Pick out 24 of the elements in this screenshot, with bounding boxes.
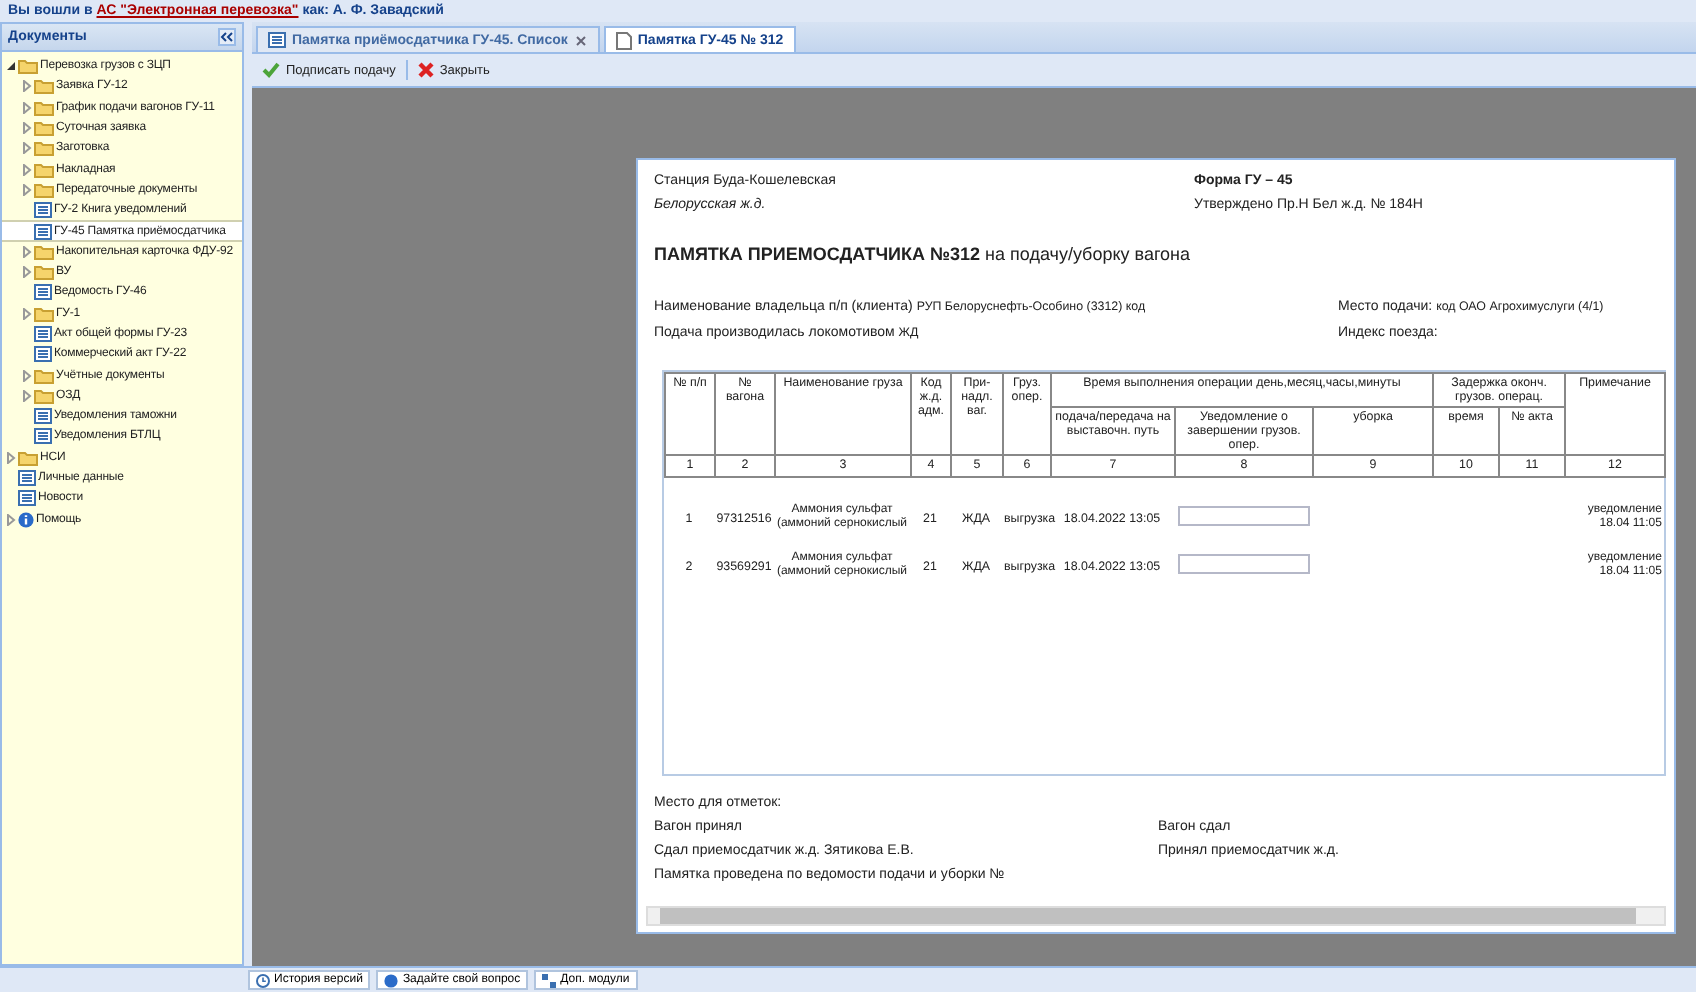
list-icon bbox=[18, 470, 36, 487]
close-icon[interactable] bbox=[573, 33, 588, 47]
folder-icon bbox=[18, 449, 38, 466]
horizontal-scrollbar[interactable] bbox=[646, 906, 1666, 926]
document-title: ПАМЯТКА ПРИЕМОСДАТЧИКА №312 на подачу/уборку вагона bbox=[654, 244, 1193, 264]
list-icon bbox=[34, 284, 52, 301]
list-icon bbox=[18, 490, 36, 507]
checkmark-icon bbox=[262, 62, 280, 78]
collapse-icon[interactable] bbox=[218, 28, 236, 46]
list-icon bbox=[34, 202, 52, 219]
document-icon bbox=[615, 31, 632, 49]
clock-icon bbox=[256, 973, 270, 987]
close-icon bbox=[417, 62, 434, 78]
input-field[interactable] bbox=[1177, 554, 1309, 575]
folder-icon bbox=[34, 305, 54, 322]
grid-icon bbox=[542, 973, 557, 987]
list-icon bbox=[34, 408, 52, 425]
list-icon bbox=[34, 428, 52, 445]
list-icon bbox=[268, 32, 286, 48]
list-icon bbox=[34, 346, 52, 363]
info-icon bbox=[18, 511, 34, 528]
input-field[interactable] bbox=[1177, 506, 1309, 527]
list-icon bbox=[34, 223, 52, 240]
list-icon bbox=[34, 326, 52, 342]
